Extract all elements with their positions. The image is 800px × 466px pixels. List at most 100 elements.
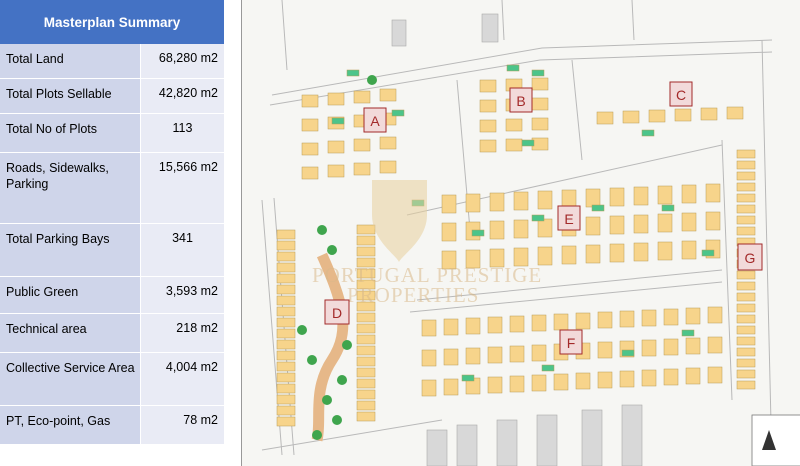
plot <box>553 313 569 331</box>
plot <box>531 374 547 392</box>
plot <box>301 94 319 108</box>
tree-icon <box>367 75 377 85</box>
plot <box>736 281 756 291</box>
plot <box>443 348 459 366</box>
summary-row: Total No of Plots 113 <box>0 114 224 153</box>
plot <box>657 185 673 205</box>
plot <box>421 379 437 397</box>
summary-label: Roads, Sidewalks, Parking <box>0 153 140 223</box>
plot <box>736 215 756 225</box>
summary-title: Masterplan Summary <box>0 0 224 44</box>
summary-value: 341 <box>140 224 224 276</box>
plot <box>276 229 296 240</box>
summary-value: 4,004 m2 <box>140 353 224 405</box>
plot <box>353 90 371 104</box>
plot <box>609 243 625 263</box>
summary-row: Total Land 68,280 m2 <box>0 44 224 79</box>
plot <box>356 323 376 334</box>
plot <box>276 317 296 328</box>
summary-value: 68,280 m2 <box>140 44 224 78</box>
plot <box>505 118 523 132</box>
plot <box>301 118 319 132</box>
plot <box>356 367 376 378</box>
plot <box>736 149 756 159</box>
plot <box>356 389 376 400</box>
summary-label: Total Parking Bays <box>0 224 140 276</box>
plot <box>633 186 649 206</box>
plot <box>356 345 376 356</box>
zone-e-label: E <box>557 205 581 231</box>
plot <box>509 345 525 363</box>
plot <box>597 341 613 359</box>
tree-icon <box>317 225 327 235</box>
site-masterplan-drawing: PORTUGAL PRESTIGE PROPERTIES A B C D E F… <box>241 0 800 466</box>
plot <box>509 315 525 333</box>
tree-icon <box>337 375 347 385</box>
svg-text:A: A <box>370 113 380 129</box>
plot <box>641 369 657 387</box>
parking-bay <box>621 349 635 357</box>
summary-value: 42,820 m2 <box>140 79 224 113</box>
drawing-title-block <box>751 414 800 466</box>
summary-value: 3,593 m2 <box>140 277 224 313</box>
plot <box>356 246 376 257</box>
tree-icon <box>307 355 317 365</box>
plot <box>276 328 296 339</box>
plot <box>657 241 673 261</box>
plot <box>443 318 459 336</box>
plot <box>596 111 614 125</box>
plot <box>736 226 756 236</box>
summary-value: 15,566 m2 <box>140 153 224 223</box>
tree-icon <box>322 395 332 405</box>
plot <box>465 193 481 213</box>
masterplan-summary-table: Masterplan Summary Total Land 68,280 m2 … <box>0 0 224 452</box>
plot <box>685 337 701 355</box>
plot <box>736 193 756 203</box>
zone-f-label: F <box>559 329 583 355</box>
summary-label: Total Plots Sellable <box>0 79 140 113</box>
plot <box>276 273 296 284</box>
summary-label: Collective Service Area <box>0 353 140 405</box>
plot <box>276 240 296 251</box>
plot <box>356 411 376 422</box>
plot <box>489 192 505 212</box>
plot <box>537 218 553 238</box>
parking-bay <box>531 69 545 77</box>
plot <box>276 383 296 394</box>
plot <box>276 416 296 427</box>
parking-bay <box>591 204 605 212</box>
plot <box>379 136 397 150</box>
plot <box>276 394 296 405</box>
plot <box>513 191 529 211</box>
plot <box>276 295 296 306</box>
plot <box>736 314 756 324</box>
plot <box>356 235 376 246</box>
plot <box>648 109 666 123</box>
plot-grid <box>276 77 756 427</box>
plot <box>327 140 345 154</box>
plot <box>441 194 457 214</box>
plot <box>327 164 345 178</box>
summary-label: Technical area <box>0 314 140 352</box>
plot <box>707 336 723 354</box>
parking-bay <box>661 204 675 212</box>
plot <box>663 338 679 356</box>
plot <box>301 142 319 156</box>
plot <box>609 187 625 207</box>
plot <box>421 319 437 337</box>
parking-bay <box>471 229 485 237</box>
zone-g-label: G <box>737 243 763 271</box>
plot <box>736 325 756 335</box>
plot <box>531 137 549 151</box>
plot <box>622 110 640 124</box>
svg-text:G: G <box>745 250 756 266</box>
summary-row: Total Plots Sellable 42,820 m2 <box>0 79 224 114</box>
plot <box>736 292 756 302</box>
plot <box>561 189 577 209</box>
summary-row: Collective Service Area 4,004 m2 <box>0 353 224 406</box>
plot <box>736 347 756 357</box>
tree-icon <box>327 245 337 255</box>
plot <box>707 366 723 384</box>
plot <box>681 212 697 232</box>
summary-label: Public Green <box>0 277 140 313</box>
